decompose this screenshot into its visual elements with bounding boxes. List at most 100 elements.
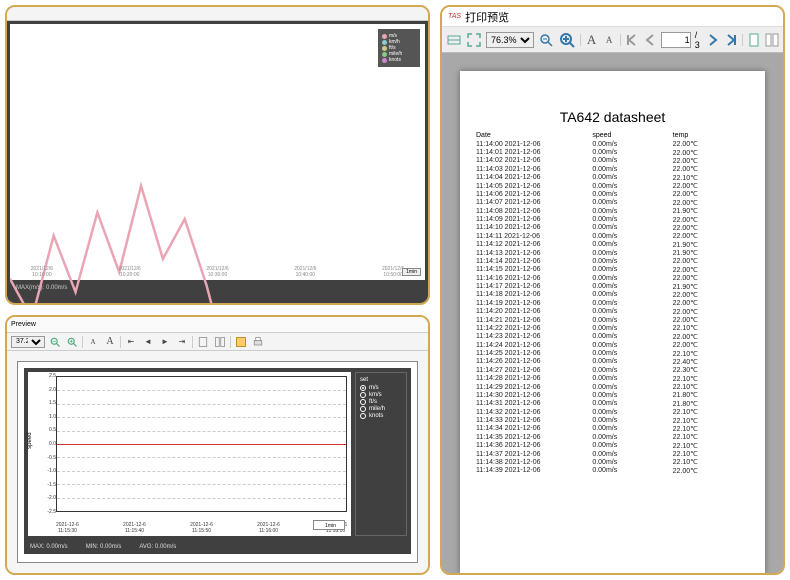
first-page-icon[interactable]: ⇤ (124, 335, 138, 349)
zoom-in-icon[interactable] (558, 31, 576, 49)
table-row: 11:14:27 2021-12-060.00m/s22.30℃ (474, 366, 751, 374)
next-page-icon[interactable] (706, 31, 720, 49)
table-row: 11:14:23 2021-12-060.00m/s22.00℃ (474, 333, 751, 341)
page-input[interactable] (661, 32, 691, 48)
table-row: 11:14:26 2021-12-060.00m/s22.40℃ (474, 358, 751, 366)
table-row: 11:14:05 2021-12-060.00m/s22.00℃ (474, 182, 751, 190)
radio-icon (360, 413, 366, 419)
font-larger-icon[interactable]: A (585, 31, 599, 49)
zoom-select[interactable]: 37.2% (11, 336, 45, 348)
chart-legend: m/skm/hft/smile/hknots (378, 29, 420, 67)
zoom-out-icon[interactable] (48, 335, 62, 349)
zoom-out-icon[interactable] (538, 31, 554, 49)
interval-select[interactable]: 1min (313, 520, 345, 530)
fit-width-icon[interactable] (446, 31, 462, 49)
table-row: 11:14:04 2021-12-060.00m/s22.10℃ (474, 174, 751, 182)
font-smaller-icon[interactable]: A (86, 335, 100, 349)
prev-page-icon[interactable] (643, 31, 657, 49)
table-row: 11:14:38 2021-12-060.00m/s22.10℃ (474, 458, 751, 466)
preview-titlebar: Preview (7, 317, 428, 333)
unit-label: mile/h (369, 406, 385, 412)
y-axis-ticks: 2.52.01.51.00.50.0-0.5-1.0-1.5-2.0-2.5 (42, 376, 56, 512)
line-chart[interactable]: m/skm/hft/smile/hknots 2021/12/610:10:00… (10, 24, 425, 280)
legend-title: set (360, 377, 402, 383)
table-row: 11:14:30 2021-12-060.00m/s21.80℃ (474, 391, 751, 399)
legend-label: knots (389, 57, 401, 63)
unit-option[interactable]: knots (360, 413, 402, 419)
font-larger-icon[interactable]: A (103, 335, 117, 349)
table-row: 11:14:22 2021-12-060.00m/s22.10℃ (474, 324, 751, 332)
first-page-icon[interactable] (625, 31, 639, 49)
interval-select[interactable]: 1min (402, 268, 421, 276)
table-row: 11:14:11 2021-12-060.00m/s22.00℃ (474, 232, 751, 240)
x-axis-labels: 2021/12/610:10:002021/12/610:20:002021/1… (31, 267, 405, 278)
doc-title: TA642 datasheet (474, 109, 751, 125)
page-count: / 3 (695, 30, 703, 50)
speed-chart[interactable]: speed 2.52.01.51.00.50.0-0.5-1.0-1.5-2.0… (28, 372, 351, 536)
preview-toolbar: 37.2% A A ⇤ ◄ ► ⇥ (7, 333, 428, 351)
table-row: 11:14:06 2021-12-060.00m/s22.00℃ (474, 190, 751, 198)
table-row: 11:14:01 2021-12-060.00m/s22.00℃ (474, 148, 751, 156)
print-preview-window: TAS 打印预览 76.3% A A / 3 TA642 datasheet D… (440, 5, 785, 575)
fit-page-icon[interactable] (466, 31, 482, 49)
single-page-icon[interactable] (747, 31, 761, 49)
print-icon[interactable] (251, 335, 265, 349)
table-row: 11:14:12 2021-12-060.00m/s21.90℃ (474, 241, 751, 249)
table-row: 11:14:13 2021-12-060.00m/s21.90℃ (474, 249, 751, 257)
col-header: speed (590, 131, 670, 140)
unit-legend: set m/skm/sft/smile/hknots (355, 372, 407, 536)
table-row: 11:14:28 2021-12-060.00m/s22.10℃ (474, 375, 751, 383)
layout2-icon[interactable] (213, 335, 227, 349)
table-row: 11:14:03 2021-12-060.00m/s22.00℃ (474, 165, 751, 173)
table-row: 11:14:02 2021-12-060.00m/s22.00℃ (474, 157, 751, 165)
multi-page-icon[interactable] (765, 31, 779, 49)
data-table: Datespeedtemp 11:14:00 2021-12-060.00m/s… (474, 131, 751, 475)
window-title: 打印预览 (465, 9, 509, 25)
line-series (10, 24, 425, 305)
window-titlebar (7, 7, 428, 21)
table-row: 11:14:39 2021-12-060.00m/s22.00℃ (474, 467, 751, 475)
table-row: 11:14:08 2021-12-060.00m/s21.90℃ (474, 207, 751, 215)
radio-icon (360, 392, 366, 398)
last-page-icon[interactable] (724, 31, 738, 49)
unit-option[interactable]: mile/h (360, 406, 402, 412)
radio-icon (360, 399, 366, 405)
unit-option[interactable]: km/s (360, 392, 402, 398)
table-row: 11:14:32 2021-12-060.00m/s22.10℃ (474, 408, 751, 416)
col-header: temp (671, 131, 751, 140)
table-row: 11:14:31 2021-12-060.00m/s21.80℃ (474, 400, 751, 408)
zoom-select[interactable]: 76.3% (486, 32, 534, 48)
table-row: 11:14:19 2021-12-060.00m/s22.00℃ (474, 299, 751, 307)
radio-icon (360, 406, 366, 412)
max-stat: MAX: 0.00m/s (30, 544, 68, 550)
layout1-icon[interactable] (196, 335, 210, 349)
avg-stat: AVG: 0.00m/s (139, 544, 176, 550)
unit-label: km/s (369, 392, 382, 398)
unit-option[interactable]: ft/s (360, 399, 402, 405)
page-viewport[interactable]: TA642 datasheet Datespeedtemp 11:14:00 2… (442, 53, 783, 573)
table-row: 11:14:14 2021-12-060.00m/s22.00℃ (474, 257, 751, 265)
chart-window: m/skm/hft/smile/hknots 2021/12/610:10:00… (5, 5, 430, 305)
font-smaller-icon[interactable]: A (602, 31, 616, 49)
next-page-icon[interactable]: ► (158, 335, 172, 349)
zoom-in-icon[interactable] (65, 335, 79, 349)
table-row: 11:14:25 2021-12-060.00m/s22.10℃ (474, 349, 751, 357)
table-row: 11:14:17 2021-12-060.00m/s21.90℃ (474, 282, 751, 290)
unit-option[interactable]: m/s (360, 385, 402, 391)
last-page-icon[interactable]: ⇥ (175, 335, 189, 349)
save-icon[interactable] (234, 335, 248, 349)
table-row: 11:14:15 2021-12-060.00m/s22.00℃ (474, 266, 751, 274)
min-stat: MIN: 0.00m/s (86, 544, 122, 550)
x-axis-ticks: 2021-12-611:15:302021-12-611:15:402021-1… (56, 523, 347, 534)
unit-label: m/s (369, 385, 379, 391)
table-row: 11:14:00 2021-12-060.00m/s22.00℃ (474, 140, 751, 148)
table-row: 11:14:33 2021-12-060.00m/s22.10℃ (474, 416, 751, 424)
col-header: Date (474, 131, 590, 140)
document-page: TA642 datasheet Datespeedtemp 11:14:00 2… (460, 71, 765, 573)
table-row: 11:14:29 2021-12-060.00m/s22.10℃ (474, 383, 751, 391)
table-row: 11:14:34 2021-12-060.00m/s22.10℃ (474, 425, 751, 433)
app-tag: TAS (448, 13, 461, 20)
plot-grid (56, 376, 347, 512)
unit-label: knots (369, 413, 383, 419)
prev-page-icon[interactable]: ◄ (141, 335, 155, 349)
